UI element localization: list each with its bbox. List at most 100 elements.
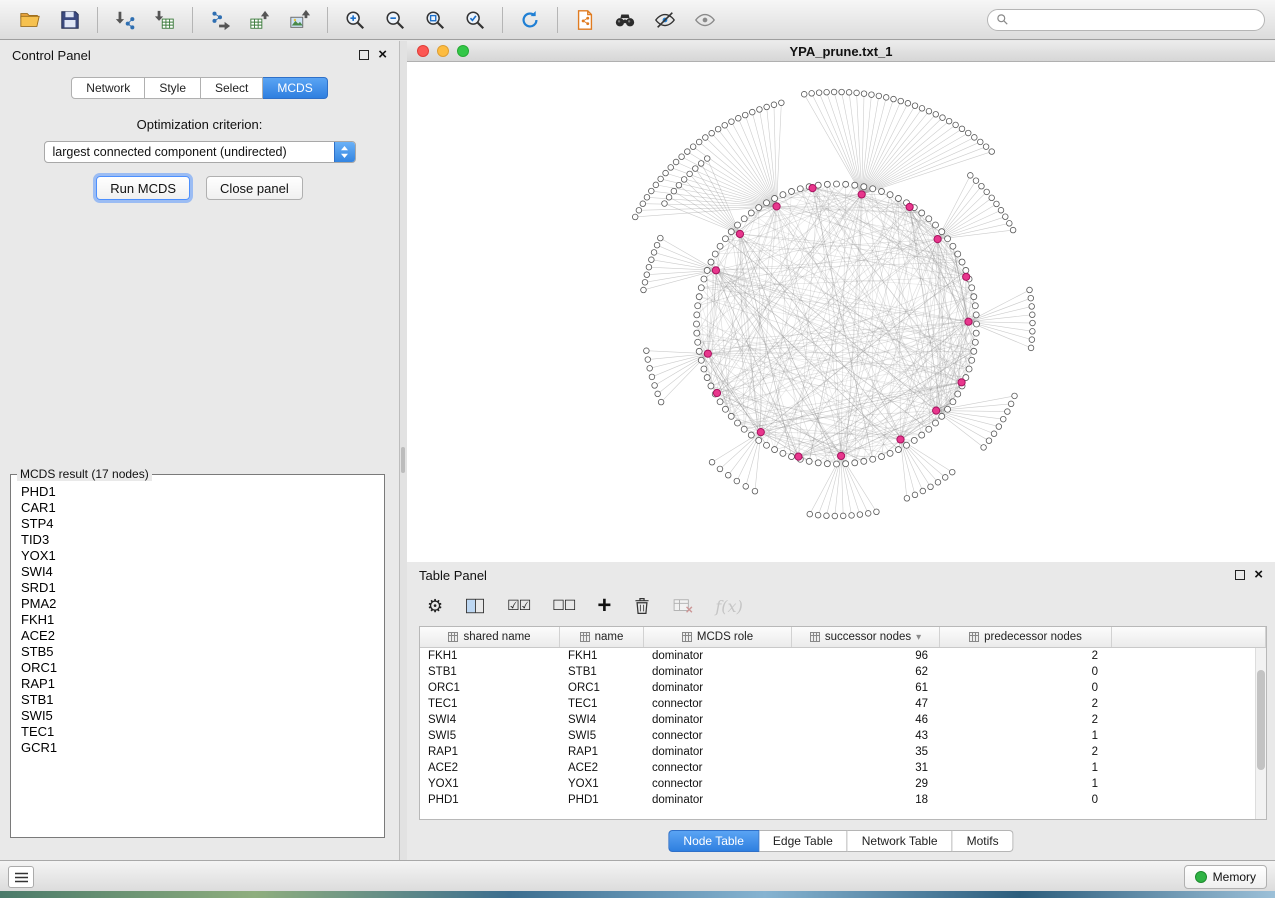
mcds-result-item[interactable]: GCR1 [21, 740, 384, 756]
tab-select[interactable]: Select [201, 77, 263, 99]
graph-node[interactable] [939, 229, 945, 235]
zoom-in-button[interactable] [335, 4, 375, 36]
graph-node[interactable] [1002, 214, 1008, 220]
apply-layout-button[interactable] [510, 4, 550, 36]
graph-hub-node[interactable] [838, 452, 845, 459]
deselect-all-button[interactable]: ☐☐ [552, 598, 575, 614]
graph-node[interactable] [694, 321, 700, 327]
graph-node[interactable] [1000, 416, 1006, 422]
graph-node[interactable] [757, 107, 763, 113]
delete-row-button[interactable] [633, 596, 651, 616]
show-columns-button[interactable] [465, 597, 485, 615]
graph-node[interactable] [989, 149, 995, 155]
graph-node[interactable] [846, 90, 852, 96]
graph-node[interactable] [898, 98, 904, 104]
graph-hub-node[interactable] [906, 203, 913, 210]
graph-node[interactable] [832, 513, 838, 519]
graph-node[interactable] [1030, 329, 1036, 335]
graph-node[interactable] [701, 366, 707, 372]
table-row[interactable]: TEC1TEC1connector472 [420, 696, 1266, 712]
graph-node[interactable] [950, 399, 956, 405]
graph-node[interactable] [636, 207, 642, 213]
graph-node[interactable] [809, 91, 815, 97]
mcds-result-item[interactable]: ORC1 [21, 660, 384, 676]
find-button[interactable] [605, 4, 645, 36]
graph-node[interactable] [849, 513, 855, 519]
graph-node[interactable] [919, 432, 925, 438]
graph-node[interactable] [655, 391, 661, 397]
graph-node[interactable] [887, 450, 893, 456]
graph-node[interactable] [904, 496, 910, 502]
graph-node[interactable] [735, 115, 741, 121]
zoom-selected-button[interactable] [455, 4, 495, 36]
graph-node[interactable] [741, 426, 747, 432]
graph-node[interactable] [788, 188, 794, 194]
mcds-result-item[interactable]: RAP1 [21, 676, 384, 692]
graph-node[interactable] [963, 267, 969, 273]
graph-node[interactable] [684, 149, 690, 155]
graph-node[interactable] [945, 236, 951, 242]
close-panel-button[interactable]: Close panel [206, 176, 303, 200]
graph-node[interactable] [698, 161, 704, 167]
float-panel-icon[interactable] [359, 50, 369, 60]
graph-node[interactable] [984, 189, 990, 195]
graph-node[interactable] [642, 279, 648, 285]
graph-hub-node[interactable] [773, 203, 780, 210]
graph-node[interactable] [815, 512, 821, 518]
graph-node[interactable] [996, 424, 1002, 430]
graph-node[interactable] [644, 348, 650, 354]
graph-node[interactable] [709, 459, 715, 465]
float-panel-icon[interactable] [1235, 570, 1245, 580]
table-row[interactable]: STB1STB1dominator620 [420, 664, 1266, 680]
tab-mcds[interactable]: MCDS [263, 77, 327, 99]
graph-hub-node[interactable] [704, 350, 711, 357]
graph-node[interactable] [729, 119, 735, 125]
graph-node[interactable] [870, 186, 876, 192]
graph-node[interactable] [979, 183, 985, 189]
splitter-handle-icon[interactable] [401, 447, 405, 473]
graph-node[interactable] [712, 251, 718, 257]
tab-edge-table[interactable]: Edge Table [759, 830, 848, 852]
graph-node[interactable] [966, 366, 972, 372]
graph-node[interactable] [764, 104, 770, 110]
graph-node[interactable] [771, 102, 777, 108]
graph-node[interactable] [991, 431, 997, 437]
graph-hub-node[interactable] [897, 436, 904, 443]
graph-node[interactable] [932, 420, 938, 426]
graph-node[interactable] [645, 357, 651, 363]
graph-node[interactable] [861, 184, 867, 190]
graph-node[interactable] [764, 442, 770, 448]
graph-node[interactable] [852, 460, 858, 466]
mcds-result-item[interactable]: STP4 [21, 516, 384, 532]
graph-node[interactable] [648, 188, 654, 194]
graph-node[interactable] [816, 90, 822, 96]
graph-node[interactable] [722, 236, 728, 242]
graph-node[interactable] [641, 287, 647, 293]
graph-node[interactable] [949, 469, 955, 475]
status-menu-button[interactable] [8, 866, 34, 888]
table-row[interactable]: SWI5SWI5connector431 [420, 728, 1266, 744]
graph-node[interactable] [971, 294, 977, 300]
graph-node[interactable] [806, 458, 812, 464]
graph-node[interactable] [879, 454, 885, 460]
graph-node[interactable] [694, 312, 700, 318]
mcds-result-item[interactable]: SWI5 [21, 708, 384, 724]
graph-node[interactable] [725, 472, 731, 478]
zoom-fit-button[interactable] [415, 4, 455, 36]
graph-node[interactable] [1029, 312, 1035, 318]
graph-node[interactable] [749, 109, 755, 115]
graph-hub-node[interactable] [757, 429, 764, 436]
graph-node[interactable] [1028, 345, 1034, 351]
graph-node[interactable] [905, 100, 911, 106]
import-table-button[interactable] [145, 4, 185, 36]
search-input[interactable] [1014, 12, 1256, 28]
zoom-out-button[interactable] [375, 4, 415, 36]
graph-node[interactable] [1012, 393, 1018, 399]
graph-node[interactable] [708, 259, 714, 265]
table-row[interactable]: FKH1FKH1dominator962 [420, 648, 1266, 664]
graph-node[interactable] [904, 442, 910, 448]
graph-node[interactable] [824, 461, 830, 467]
export-image-button[interactable] [280, 4, 320, 36]
graph-node[interactable] [824, 89, 830, 95]
memory-button[interactable]: Memory [1184, 865, 1267, 889]
